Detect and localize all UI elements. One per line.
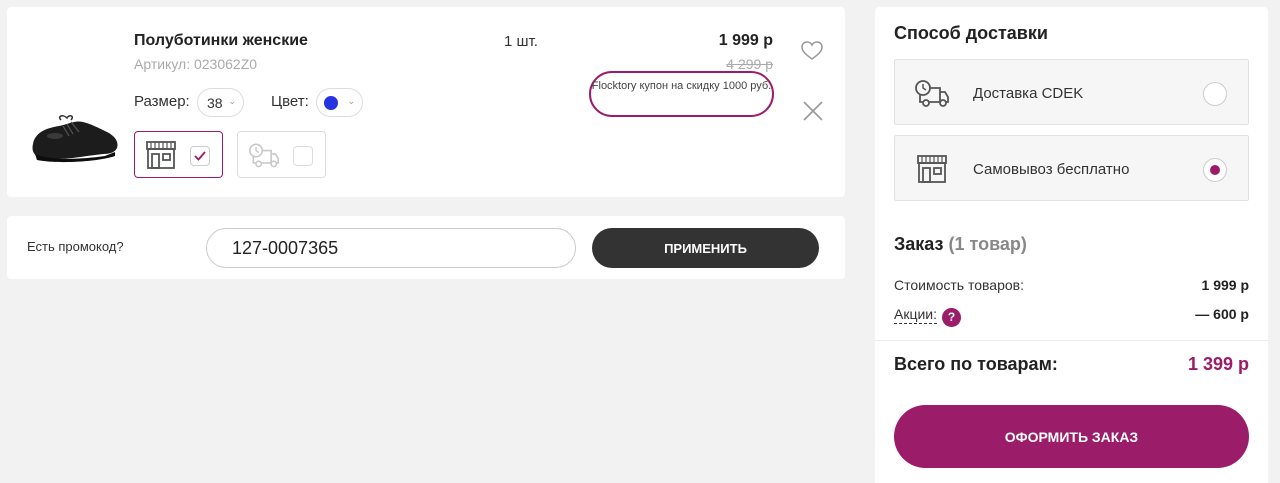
courier-delivery-option[interactable] [237, 131, 326, 178]
total-value: 1 399 р [1187, 354, 1249, 374]
color-swatch [324, 96, 338, 110]
check-icon [194, 151, 206, 161]
product-price: 1 999 р [718, 32, 773, 49]
delivery-truck-icon [915, 80, 949, 107]
promo-code-input[interactable] [206, 228, 576, 268]
total-row: Всего по товарам: 1 399 р [894, 354, 1249, 375]
delivery-option-label: Самовывоз бесплатно [973, 161, 1130, 178]
promo-code-card: Есть промокод? ПРИМЕНИТЬ [7, 216, 845, 279]
heart-icon[interactable] [801, 41, 823, 61]
size-select[interactable]: 38 ⌄ [197, 88, 244, 117]
goods-cost-value: 1 999 р [1201, 277, 1249, 293]
store-icon [917, 155, 947, 183]
cart-item-card: Полуботинки женские Артикул: 023062Z0 Ра… [7, 7, 845, 197]
help-icon[interactable]: ? [942, 308, 962, 327]
order-title: Заказ [894, 234, 944, 254]
chevron-down-icon: ⌄ [228, 96, 236, 106]
delivery-method-title: Способ доставки [894, 23, 1048, 43]
divider [875, 340, 1268, 341]
product-old-price: 4 299 р [726, 56, 773, 72]
close-icon[interactable] [803, 101, 823, 121]
goods-cost-row: Стоимость товаров: 1 999 р [894, 277, 1249, 293]
total-label: Всего по товарам: [894, 354, 1058, 374]
goods-cost-label: Стоимость товаров: [894, 277, 1024, 293]
store-pickup-option[interactable] [134, 131, 223, 178]
product-quantity: 1 шт. [504, 33, 538, 50]
promotions-label[interactable]: Акции: [894, 306, 938, 324]
apply-promo-button[interactable]: ПРИМЕНИТЬ [592, 228, 819, 268]
delivery-option-label: Доставка CDEK [973, 85, 1084, 102]
promotions-value: — 600 р [1195, 306, 1249, 322]
size-value: 38 [207, 95, 223, 111]
order-summary-title: Заказ (1 товар) [894, 234, 1027, 255]
color-select[interactable]: ⌄ [316, 88, 363, 117]
coupon-badge[interactable]: Flocktory купон на скидку 1000 руб. [589, 71, 774, 117]
delivery-option-pickup[interactable]: Самовывоз бесплатно [894, 135, 1249, 201]
order-sidebar: Способ доставки Доставка CDEK Самовывоз … [875, 7, 1268, 483]
product-sku: Артикул: 023062Z0 [134, 56, 258, 72]
color-label: Цвет: [271, 93, 309, 110]
promo-code-label: Есть промокод? [27, 239, 124, 254]
delivery-option-cdek[interactable]: Доставка CDEK [894, 59, 1249, 125]
order-item-count: (1 товар) [948, 234, 1027, 254]
product-title[interactable]: Полуботинки женские [134, 32, 308, 50]
courier-delivery-checkbox[interactable] [293, 146, 313, 166]
store-pickup-checkbox[interactable] [190, 146, 210, 166]
chevron-down-icon: ⌄ [347, 96, 355, 106]
delivery-radio-cdek[interactable] [1203, 82, 1227, 106]
promotions-row: Акции:? — 600 р [894, 306, 1249, 327]
delivery-radio-pickup[interactable] [1203, 158, 1227, 182]
store-icon [146, 141, 176, 169]
size-label: Размер: [134, 93, 190, 110]
shoe-image [32, 115, 118, 163]
checkout-button[interactable]: ОФОРМИТЬ ЗАКАЗ [894, 405, 1249, 468]
delivery-truck-icon [248, 143, 280, 168]
